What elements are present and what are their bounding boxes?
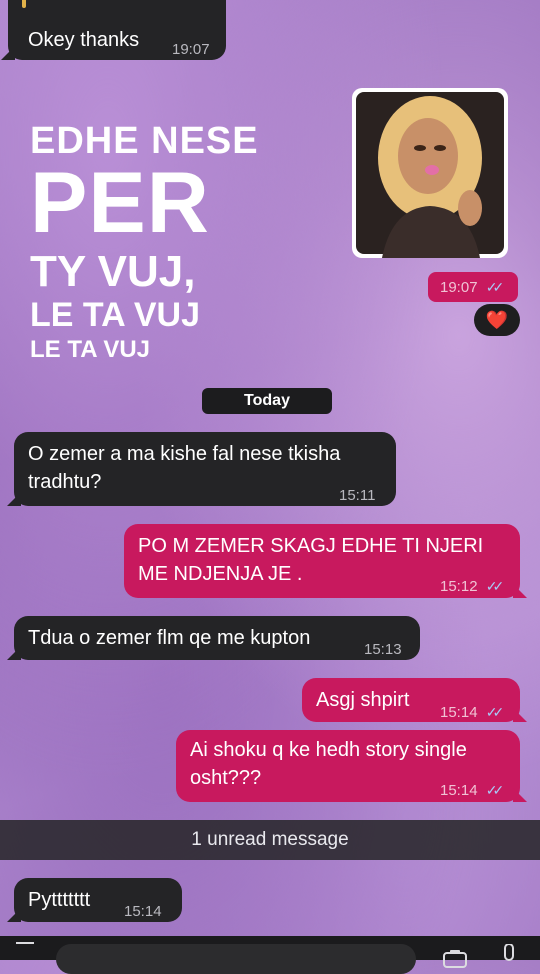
message-outgoing-2[interactable]: PO M ZEMER SKAGJ EDHE TI NJERI ME NDJENJ…	[124, 524, 520, 598]
message-text: Tdua o zemer flm qe me kupton	[28, 627, 311, 649]
message-time: 19:07	[172, 41, 210, 58]
message-text: Asgj shpirt	[316, 689, 410, 711]
message-outgoing-5[interactable]: Ai shoku q ke hedh story single osht??? …	[176, 730, 520, 802]
message-incoming-3[interactable]: Tdua o zemer flm qe me kupton 15:13	[14, 616, 420, 660]
date-separator: Today	[202, 388, 332, 414]
message-time: 15:14 ✓✓	[440, 782, 505, 799]
message-time: 15:12 ✓✓	[440, 578, 505, 595]
overlay-line-4: LE TA VUJ	[30, 296, 201, 334]
message-incoming-1[interactable]: O zemer a ma kishe fal nese tkisha tradh…	[14, 432, 396, 506]
message-time: 15:13	[364, 641, 402, 658]
message-okey-thanks[interactable]: Okey thanks 19:07	[8, 0, 226, 60]
double-check-icon: ✓✓	[485, 279, 505, 295]
overlay-line-2: PER	[30, 155, 210, 251]
overlay-line-3: TY VUJ,	[30, 247, 196, 296]
message-text: Pyttttttt	[28, 889, 91, 911]
double-check-icon: ✓✓	[485, 782, 505, 798]
sticker-image[interactable]	[352, 88, 508, 258]
message-incoming-6[interactable]: Pyttttttt 15:14	[14, 878, 182, 922]
overlay-line-5: LE TA VUJ	[30, 336, 151, 363]
message-time: 15:14	[124, 903, 162, 920]
message-outgoing-4[interactable]: Asgj shpirt 15:14 ✓✓	[302, 678, 520, 722]
microphone-icon[interactable]	[502, 944, 516, 966]
message-input[interactable]	[56, 944, 416, 974]
camera-icon[interactable]	[442, 948, 468, 968]
sticker-time-pill: 19:07 ✓✓	[428, 272, 518, 302]
message-time: 15:11	[339, 487, 376, 504]
reply-quote-bar	[22, 0, 26, 8]
unread-banner: 1 unread message	[0, 820, 540, 860]
heart-reaction-icon[interactable]: ❤️	[474, 304, 520, 336]
message-text: Okey thanks	[28, 29, 140, 51]
message-text: O zemer a ma kishe fal nese tkisha tradh…	[28, 443, 341, 493]
double-check-icon: ✓✓	[485, 578, 505, 594]
composer-bar	[0, 936, 540, 974]
double-check-icon: ✓✓	[485, 704, 505, 720]
message-time: 15:14 ✓✓	[440, 704, 505, 721]
plus-icon[interactable]	[16, 942, 34, 944]
sticker-person-illustration	[356, 92, 504, 258]
